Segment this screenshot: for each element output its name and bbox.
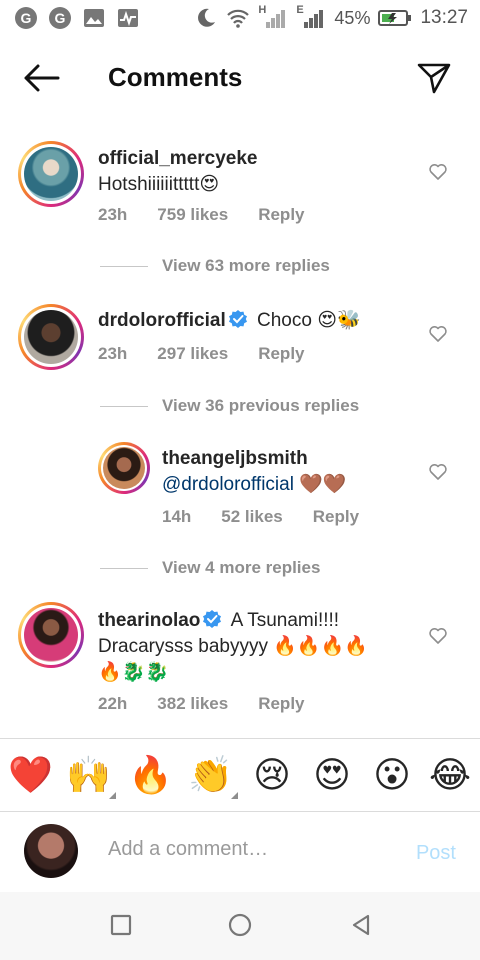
reply-button[interactable]: Reply [258, 694, 304, 714]
clock: 13:27 [420, 7, 468, 28]
like-heart-icon[interactable] [428, 162, 448, 182]
comment-time: 23h [98, 205, 128, 224]
moon-icon [194, 6, 218, 30]
emoji-fire[interactable]: 🔥 [128, 753, 173, 797]
activity-icon [116, 6, 140, 30]
signal-icon: E [296, 4, 326, 30]
view-replies-button[interactable]: View 4 more replies [100, 558, 320, 578]
comment-text: Hotshiiiiiittttt😍 [98, 174, 220, 195]
avatar[interactable] [98, 442, 150, 494]
add-comment-bar: Post [0, 812, 480, 892]
comment-likes[interactable]: 52 likes [221, 507, 282, 527]
emoji-joy[interactable]: 😂 [428, 753, 472, 797]
comment-text: Dracarysss babyyyy 🔥🔥🔥🔥 [98, 636, 368, 657]
avatar[interactable] [18, 141, 84, 207]
comment-likes[interactable]: 297 likes [157, 344, 228, 364]
emoji-heart-eyes[interactable]: 😍 [310, 753, 354, 797]
network-type-label: H [258, 4, 267, 16]
comment-username[interactable]: drdolorofficial [98, 310, 226, 331]
comment-text: 🔥🐉🐉 [98, 662, 169, 683]
comment-body: thearinolao A Tsunami!!!! Dracarysss bab… [98, 608, 418, 686]
arrow-left-icon [24, 64, 60, 92]
comment-likes[interactable]: 759 likes [157, 205, 228, 225]
comment-text: 🤎🤎 [299, 474, 347, 495]
comment-meta: 23h 759 likes Reply [98, 205, 305, 225]
network-type-label: E [296, 4, 304, 16]
emoji-glyph: 🙌 [66, 754, 111, 795]
home-circle-icon[interactable] [227, 912, 253, 938]
like-heart-icon[interactable] [428, 462, 448, 482]
back-button[interactable] [22, 62, 62, 94]
comments-header: Comments [0, 50, 480, 106]
back-triangle-icon[interactable] [348, 912, 374, 938]
mention-link[interactable]: @drdolorofficial [162, 474, 294, 495]
status-left-icons: G G [14, 6, 140, 30]
status-bar: G G H E 45% 13:27 [0, 0, 480, 38]
comment-body: official_mercyeke Hotshiiiiiittttt😍 [98, 146, 418, 198]
like-heart-icon[interactable] [428, 324, 448, 344]
quick-emoji-bar: ❤️ 🙌 🔥 👏 😢 😍 😮 😂 [0, 738, 480, 812]
comment-likes[interactable]: 382 likes [157, 694, 228, 714]
battery-percent: 45% [334, 7, 371, 28]
verified-badge-icon [203, 610, 222, 628]
share-button[interactable] [416, 60, 452, 96]
comment-time: 22h [98, 694, 128, 713]
comment-text: Choco 😍🐝 [257, 310, 361, 331]
system-nav-bar [0, 892, 480, 960]
svg-text:G: G [55, 10, 66, 26]
emoji-surprised[interactable]: 😮 [370, 753, 414, 797]
signal-icon: H [258, 4, 288, 30]
view-previous-replies-button[interactable]: View 36 previous replies [100, 396, 359, 416]
reply-button[interactable]: Reply [258, 344, 304, 364]
emoji-raised-hands[interactable]: 🙌 [66, 753, 116, 799]
status-right-icons: H E 45% 13:27 [194, 4, 468, 30]
divider [100, 567, 148, 569]
paper-plane-icon [417, 63, 451, 94]
divider [100, 405, 148, 407]
recents-square-icon[interactable] [108, 912, 134, 938]
comment-username[interactable]: theangeljbsmith [162, 448, 308, 469]
reply-button[interactable]: Reply [313, 507, 359, 527]
skin-tone-indicator [109, 792, 116, 799]
emoji-glyph: 👏 [188, 754, 233, 795]
wifi-icon [226, 6, 250, 30]
comment-time: 23h [98, 344, 128, 363]
comment-username[interactable]: official_mercyeke [98, 148, 258, 169]
reply-button[interactable]: Reply [258, 205, 304, 225]
reply-body: theangeljbsmith @drdolorofficial 🤎🤎 [162, 446, 412, 498]
like-heart-icon[interactable] [428, 626, 448, 646]
page-title: Comments [108, 62, 243, 92]
comment-body: drdolorofficial Choco 😍🐝 [98, 308, 428, 334]
emoji-cry[interactable]: 😢 [250, 753, 294, 797]
view-replies-label: View 63 more replies [162, 256, 330, 275]
google-icon: G [48, 6, 72, 30]
comment-text: A Tsunami!!!! [230, 610, 340, 631]
comment-meta: 23h 297 likes Reply [98, 344, 305, 364]
avatar [24, 824, 78, 878]
emoji-heart[interactable]: ❤️ [8, 753, 53, 797]
comment-input[interactable] [108, 838, 388, 861]
view-replies-button[interactable]: View 63 more replies [100, 256, 330, 276]
verified-badge-icon [228, 310, 247, 328]
battery-icon [378, 6, 412, 30]
comment-username[interactable]: thearinolao [98, 610, 200, 631]
comment-time: 14h [162, 507, 192, 526]
post-button[interactable]: Post [416, 842, 456, 865]
gallery-icon [82, 6, 106, 30]
skin-tone-indicator [231, 792, 238, 799]
emoji-clap[interactable]: 👏 [188, 753, 238, 799]
google-icon: G [14, 6, 38, 30]
view-previous-label: View 36 previous replies [162, 396, 360, 415]
comment-meta: 22h 382 likes Reply [98, 694, 305, 714]
divider [100, 265, 148, 267]
view-replies-label: View 4 more replies [162, 558, 321, 577]
comment-meta: 14h 52 likes Reply [162, 507, 359, 527]
avatar[interactable] [18, 304, 84, 370]
svg-text:G: G [21, 10, 32, 26]
avatar[interactable] [18, 602, 84, 668]
